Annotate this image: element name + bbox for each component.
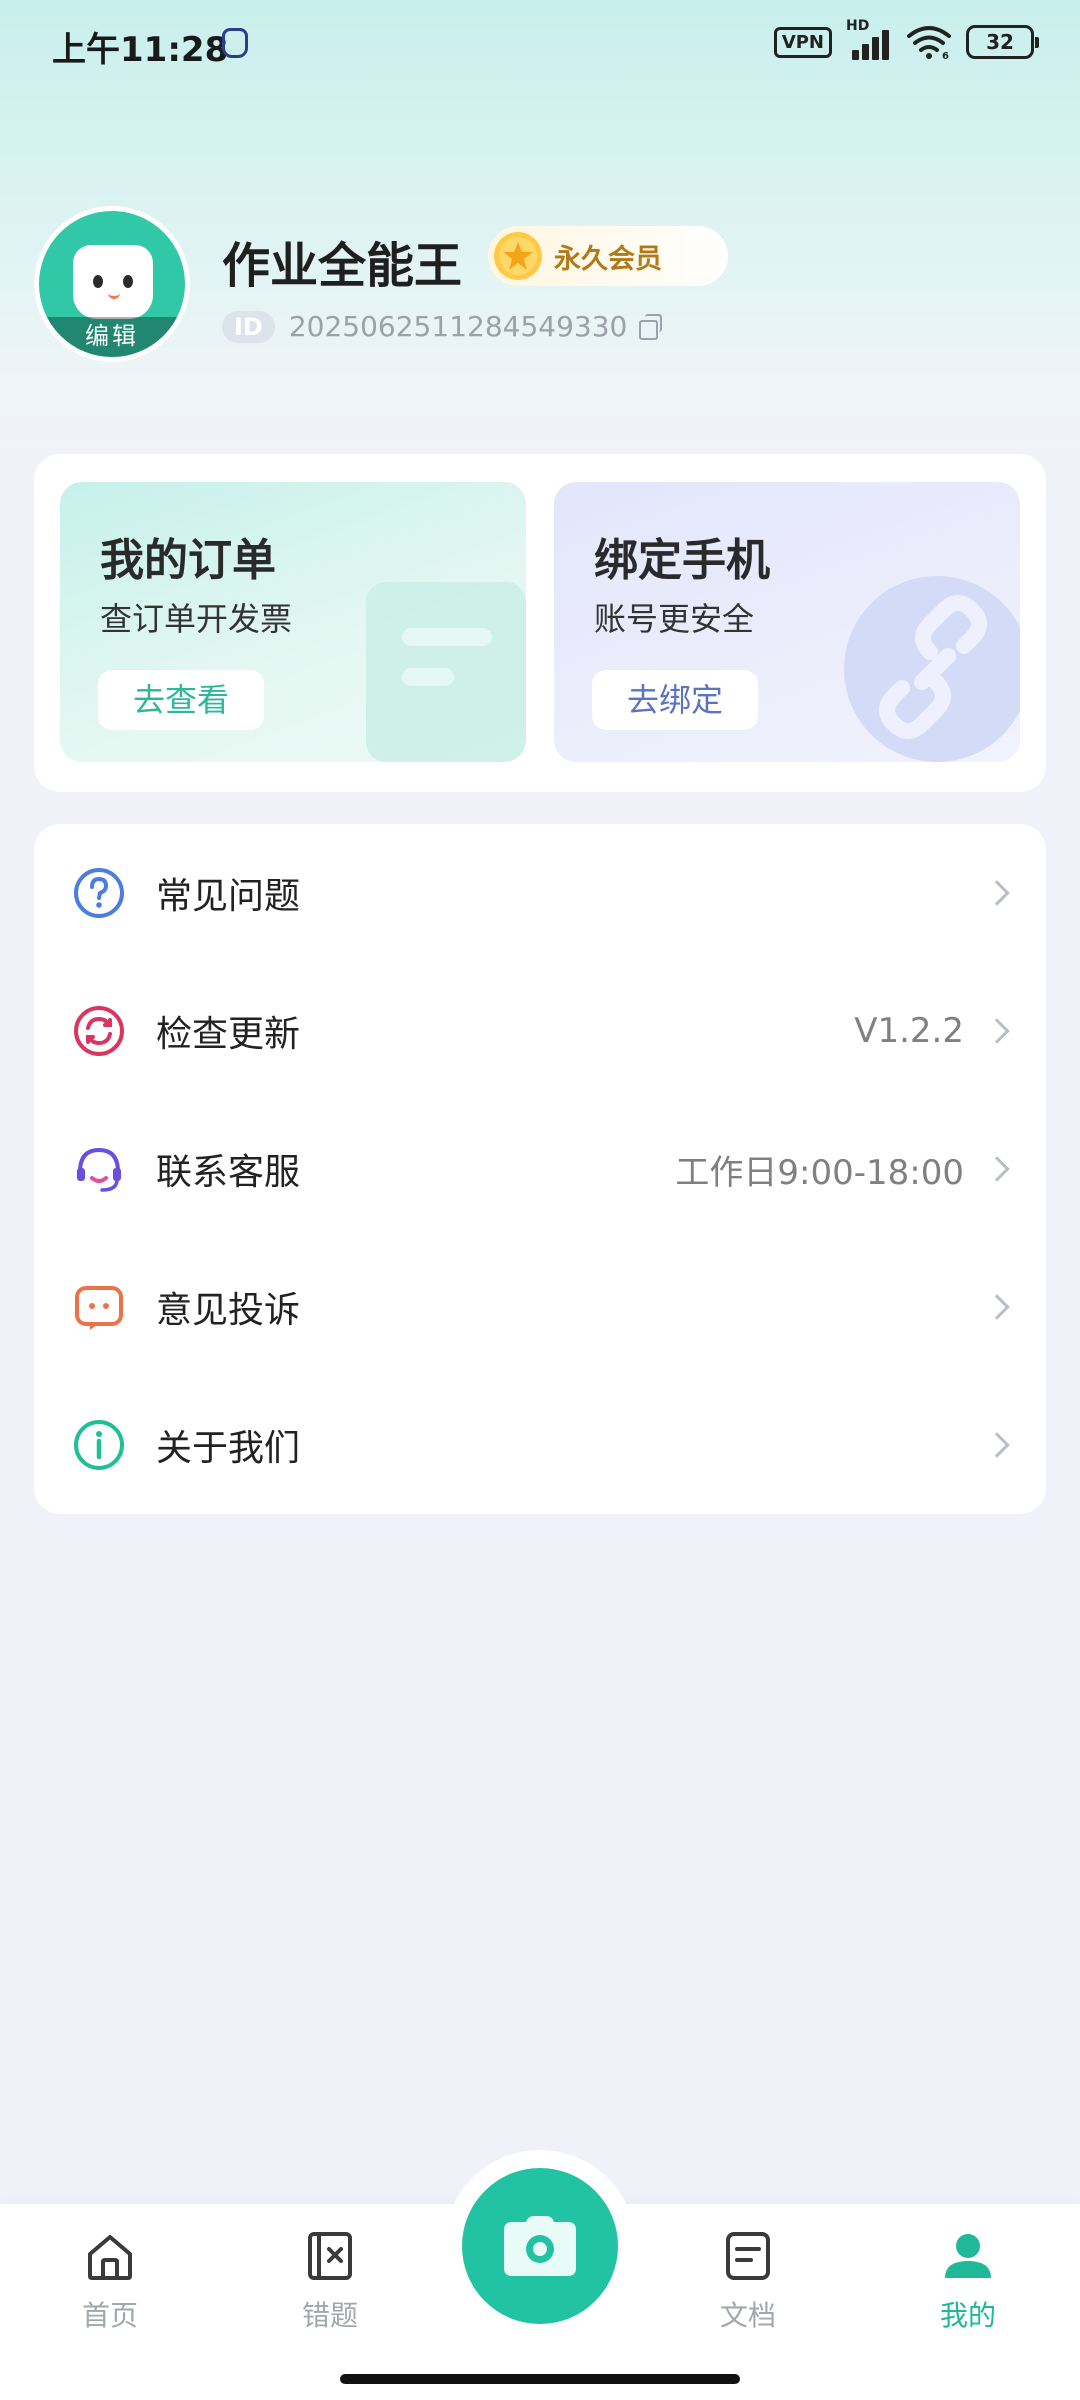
avatar[interactable]: 编辑 bbox=[34, 206, 190, 362]
nav-tab-home[interactable]: 首页 bbox=[40, 2228, 180, 2334]
chevron-right-icon bbox=[984, 880, 1010, 906]
status-indicators: VPN HD 6 32 bbox=[773, 18, 1039, 60]
nav-tab-docs[interactable]: 文档 bbox=[678, 2228, 818, 2334]
version-value: V1.2.2 bbox=[854, 1011, 964, 1051]
vip-badge[interactable]: 永久会员 bbox=[488, 226, 728, 286]
menu-label: 意见投诉 bbox=[156, 1290, 301, 1331]
menu-item-faq[interactable]: 常见问题 bbox=[34, 824, 1046, 962]
document-icon bbox=[366, 582, 526, 762]
battery-icon: 32 bbox=[966, 25, 1039, 59]
wifi-icon: 6 bbox=[907, 26, 951, 60]
chevron-right-icon bbox=[984, 1432, 1010, 1458]
bind-phone-title: 绑定手机 bbox=[594, 535, 770, 586]
id-tag: ID bbox=[222, 310, 275, 343]
status-time: 上午11:28 bbox=[52, 30, 229, 70]
settings-menu: 常见问题 检查更新 V1.2.2 联系客服 工作日9:00-18:00 意见投诉… bbox=[34, 824, 1046, 1514]
copy-icon[interactable] bbox=[639, 313, 663, 340]
bind-phone-button[interactable]: 去绑定 bbox=[592, 670, 758, 730]
document-icon bbox=[726, 2232, 770, 2280]
camera-icon bbox=[504, 2216, 576, 2276]
signal-icon: HD bbox=[846, 18, 892, 60]
wifi-label: 6 bbox=[942, 51, 949, 60]
user-id-row: ID 20250625112845493​30 bbox=[222, 310, 663, 343]
info-circle-icon bbox=[74, 1420, 124, 1470]
star-icon bbox=[494, 232, 542, 280]
nav-tab-mistakes[interactable]: 错题 bbox=[260, 2228, 400, 2334]
my-orders-title: 我的订单 bbox=[100, 535, 276, 586]
vpn-icon: VPN bbox=[773, 26, 832, 58]
notification-icon bbox=[222, 28, 248, 58]
camera-button[interactable] bbox=[462, 2168, 618, 2324]
view-orders-button[interactable]: 去查看 bbox=[98, 670, 264, 730]
mistake-book-icon bbox=[308, 2232, 352, 2280]
nav-label: 首页 bbox=[81, 2299, 138, 2332]
network-type: HD bbox=[846, 18, 870, 34]
service-hours-value: 工作日9:00-18:00 bbox=[675, 1152, 964, 1193]
menu-label: 联系客服 bbox=[156, 1152, 301, 1193]
nav-tab-mine[interactable]: 我的 bbox=[898, 2228, 1038, 2334]
headset-icon bbox=[77, 1147, 121, 1192]
refresh-circle-icon bbox=[74, 1006, 124, 1056]
avatar-edit-label[interactable]: 编辑 bbox=[39, 317, 185, 357]
user-id-number: 20250625112845493​30 bbox=[288, 310, 628, 343]
question-circle-icon bbox=[74, 868, 124, 918]
chevron-right-icon bbox=[984, 1294, 1010, 1320]
menu-item-feedback[interactable]: 意见投诉 bbox=[34, 1238, 1046, 1376]
menu-label: 关于我们 bbox=[156, 1428, 301, 1469]
home-indicator bbox=[340, 2374, 740, 2384]
bind-phone-subtitle: 账号更安全 bbox=[594, 600, 755, 638]
menu-label: 常见问题 bbox=[156, 876, 301, 917]
quick-cards-panel: 我的订单 查订单开发票 去查看 绑定手机 账号更安全 去绑定 bbox=[34, 454, 1046, 792]
my-orders-card[interactable]: 我的订单 查订单开发票 去查看 bbox=[60, 482, 526, 762]
chevron-right-icon bbox=[984, 1156, 1010, 1182]
menu-label: 检查更新 bbox=[156, 1014, 301, 1055]
nav-label: 错题 bbox=[301, 2299, 358, 2332]
menu-item-check-update[interactable]: 检查更新 V1.2.2 bbox=[34, 962, 1046, 1100]
person-icon bbox=[945, 2234, 991, 2278]
nav-label: 我的 bbox=[939, 2299, 996, 2332]
link-icon bbox=[844, 576, 1020, 762]
nav-label: 文档 bbox=[719, 2299, 776, 2332]
menu-item-customer-service[interactable]: 联系客服 工作日9:00-18:00 bbox=[34, 1100, 1046, 1238]
status-bar: 上午11:28 VPN HD 6 32 bbox=[0, 0, 1080, 90]
chat-bubble-icon bbox=[75, 1286, 123, 1330]
my-orders-subtitle: 查订单开发票 bbox=[100, 600, 293, 638]
bind-phone-card[interactable]: 绑定手机 账号更安全 去绑定 bbox=[554, 482, 1020, 762]
chevron-right-icon bbox=[984, 1018, 1010, 1044]
vip-badge-label: 永久会员 bbox=[554, 243, 662, 275]
avatar-mascot-icon bbox=[73, 245, 153, 319]
home-icon bbox=[88, 2235, 132, 2280]
user-name: 作业全能王 bbox=[222, 238, 463, 294]
menu-item-about-us[interactable]: 关于我们 bbox=[34, 1376, 1046, 1514]
